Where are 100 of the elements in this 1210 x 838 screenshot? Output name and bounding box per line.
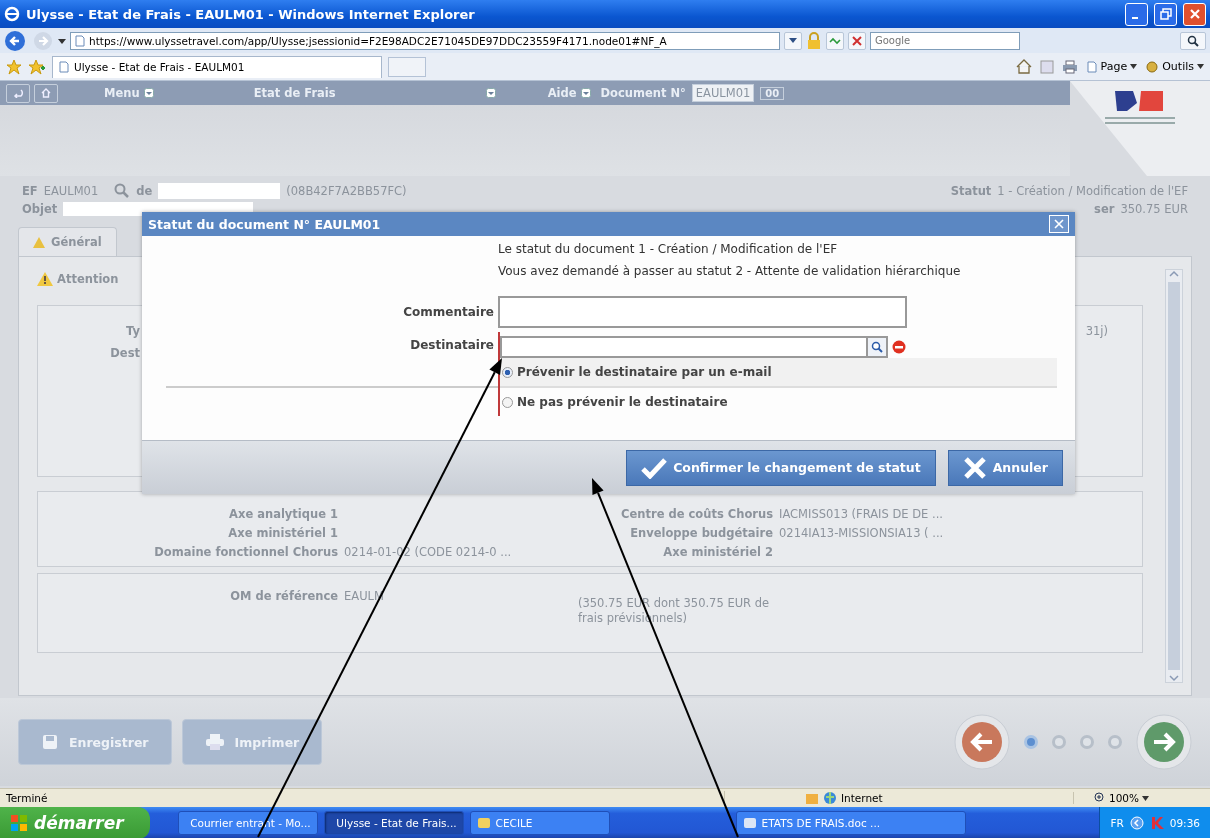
search-field[interactable]: Google	[870, 31, 1020, 50]
minimize-button[interactable]	[1125, 2, 1148, 26]
refresh-icon	[829, 35, 841, 46]
field-label: Axe analytique 1	[228, 506, 338, 521]
zoom-control[interactable]: 100%	[1073, 792, 1204, 804]
taskbar-item[interactable]: Ulysse - Etat de Frais...	[323, 811, 464, 835]
cancel-button[interactable]: Annuler	[947, 449, 1063, 486]
search-icon	[871, 341, 883, 353]
help-button[interactable]: Aide	[547, 86, 591, 100]
status-value: 1 - Création / Modification de l'EF	[997, 184, 1188, 198]
field-label: Dest	[110, 346, 140, 360]
tab[interactable]: Général	[18, 227, 117, 256]
next-button[interactable]	[1136, 714, 1192, 770]
page-icon	[74, 34, 86, 47]
status-message: Le statut du document 1 - Création / Modification de l'EF	[498, 242, 839, 256]
windows-logo-icon	[10, 814, 28, 832]
recipient-field[interactable]	[500, 336, 866, 358]
field-value: 0214IA13-MISSIONSIA13 ( ...	[779, 525, 944, 540]
caret-icon	[1142, 795, 1150, 801]
step-dot[interactable]	[1052, 735, 1066, 749]
browser-logo-icon	[4, 6, 20, 22]
restore-icon	[1159, 8, 1172, 20]
floppy-icon	[41, 733, 59, 751]
dropdown-icon[interactable]	[58, 36, 66, 45]
option-label: Prévenir le destinataire par un e-mail	[517, 365, 772, 379]
browser-tab[interactable]: Ulysse - Etat de Frais - EAULM01	[52, 55, 382, 78]
label: EF	[22, 184, 38, 198]
antivirus-icon	[1149, 816, 1164, 830]
start-button[interactable]: démarrer	[0, 807, 150, 838]
amount-value: 350.75 EUR	[1120, 202, 1188, 216]
new-tab-button[interactable]	[388, 56, 426, 77]
home-button[interactable]	[34, 83, 58, 103]
dropdown-button[interactable]	[784, 31, 802, 50]
printer-icon	[204, 733, 225, 751]
zoom-icon	[1094, 792, 1106, 804]
caret-icon	[1130, 64, 1138, 69]
close-button[interactable]	[1183, 2, 1206, 26]
remove-icon[interactable]	[892, 340, 906, 354]
traveler-code: (08B42F7A2BB57FC)	[286, 184, 407, 198]
page-title: Etat de Frais	[253, 86, 336, 100]
radio-button[interactable]	[502, 366, 513, 378]
label: de	[136, 184, 153, 198]
maximize-button[interactable]	[1154, 2, 1177, 26]
search-button[interactable]	[1180, 31, 1206, 50]
close-icon	[1054, 219, 1064, 229]
add-favorite-icon[interactable]	[28, 58, 46, 75]
page-icon	[1085, 60, 1098, 73]
close-button[interactable]	[1049, 215, 1069, 233]
field-label: Axe ministériel 1	[227, 525, 338, 540]
minimize-icon	[1131, 17, 1138, 19]
document-number-field[interactable]: EAULM01	[691, 84, 755, 102]
home-icon	[41, 88, 51, 98]
document-number: EAULM01	[43, 184, 99, 198]
label: Statut	[950, 184, 992, 198]
taskbar-item[interactable]: CECILE	[469, 811, 610, 835]
document-label: Document N°	[600, 86, 686, 100]
folder-icon	[476, 816, 491, 830]
field-label: Enveloppe budgétaire	[629, 525, 773, 540]
field-label: Axe ministériel 2	[662, 544, 773, 559]
search-icon[interactable]	[114, 183, 131, 199]
radio-button[interactable]	[502, 396, 513, 408]
lock-icon	[806, 31, 822, 50]
label: ser	[1094, 202, 1115, 216]
dialog-title: Statut du document N° EAULM01	[148, 216, 381, 232]
caret-icon	[580, 88, 591, 98]
return-icon	[12, 88, 24, 98]
step-dot[interactable]	[1108, 735, 1122, 749]
caret-icon	[789, 37, 797, 44]
tools-menu[interactable]: Outils	[1145, 59, 1204, 74]
comment-field[interactable]	[498, 296, 907, 328]
label: Objet	[22, 202, 58, 216]
document-icon	[742, 816, 757, 830]
page-icon	[58, 61, 70, 73]
refresh-button[interactable]	[826, 31, 844, 50]
taskbar-item[interactable]: ETATS DE FRAIS.doc ...	[735, 811, 966, 835]
cross-icon	[962, 456, 987, 479]
window-title: Ulysse - Etat de Frais - EAULM01 - Windows Internet Explorer	[26, 6, 476, 22]
field-label: Centre de coûts Chorus	[620, 506, 773, 521]
address-field[interactable]: https://www.ulyssetravel.com/app/Ulysse;jsessionid=F2E98ADC2E71045DE97DDC23559F4171.node01#NF_A	[70, 31, 780, 50]
globe-icon	[823, 791, 837, 805]
printer-icon[interactable]	[1061, 59, 1078, 74]
back-button[interactable]	[6, 83, 30, 103]
go-button[interactable]: 00	[760, 86, 785, 100]
page-menu[interactable]: Page	[1085, 60, 1138, 73]
step-dot[interactable]	[1080, 735, 1094, 749]
step-dot[interactable]	[1024, 735, 1038, 749]
stop-button[interactable]	[848, 31, 866, 50]
previous-button[interactable]	[954, 714, 1010, 770]
search-button[interactable]	[866, 336, 888, 358]
menu-button[interactable]: Menu	[104, 86, 154, 100]
field-label: Commentaire	[402, 305, 495, 319]
field-label: OM de référence	[229, 588, 338, 603]
warning-label: Attention	[57, 272, 119, 286]
duration-value: 31j)	[1085, 324, 1108, 338]
scrollbar[interactable]	[1165, 269, 1183, 683]
home-icon[interactable]	[1015, 59, 1032, 74]
option-label: Ne pas prévenir le destinataire	[517, 395, 728, 409]
confirm-button[interactable]: Confirmer le changement de statut	[626, 449, 936, 486]
star-icon[interactable]	[6, 58, 22, 75]
back-icon[interactable]	[4, 29, 28, 52]
